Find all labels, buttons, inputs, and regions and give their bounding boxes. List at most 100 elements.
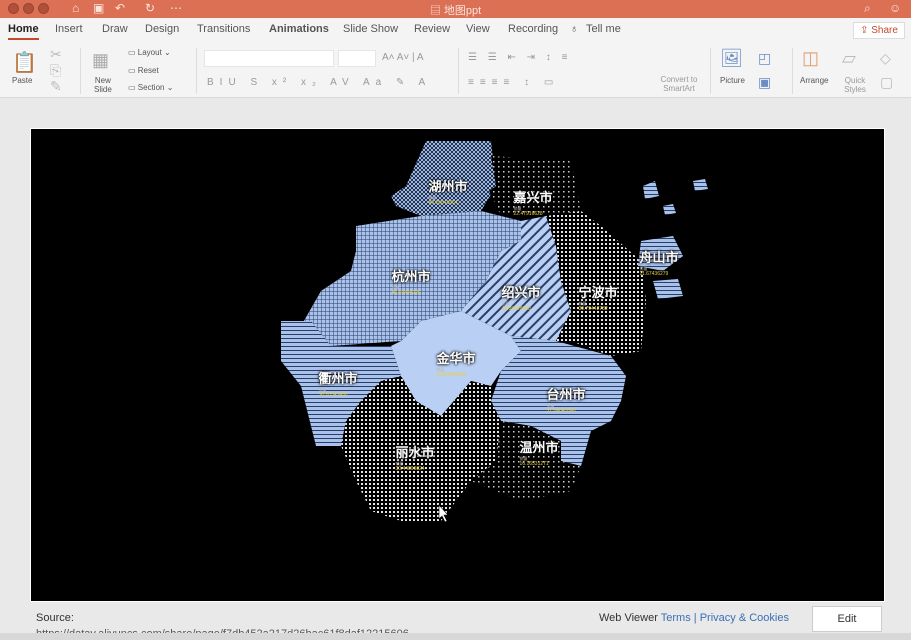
source-label: Source:	[36, 612, 74, 624]
tab-recording[interactable]: Recording	[508, 23, 558, 35]
share-button[interactable]: ⇪ Share	[853, 22, 905, 39]
quick-styles-icon[interactable]: ▱	[842, 48, 856, 69]
account-icon[interactable]: ☺	[889, 1, 901, 15]
convert-smartart-button[interactable]: Convert to SmartArt	[655, 75, 703, 93]
tab-animations[interactable]: Animations	[269, 23, 329, 35]
tab-design[interactable]: Design	[145, 23, 179, 35]
divider	[792, 48, 793, 94]
city-name: 嘉兴市	[513, 190, 553, 205]
city-name: 舟山市	[639, 250, 679, 265]
new-slide-icon[interactable]: ▦	[92, 50, 109, 71]
city-name: 衢州市	[318, 371, 358, 386]
city-value: 36.20545498	[318, 392, 348, 398]
tab-draw[interactable]: Draw	[102, 23, 128, 35]
city-label: 湖州市 销量 40.25841654	[428, 176, 467, 206]
reset-button[interactable]: ▭ Reset	[128, 66, 159, 75]
slide[interactable]: 湖州市 销量 40.25841654 嘉兴市 销量 22.47916628 杭州市 销量 46.…	[33, 131, 884, 601]
shapes-icon[interactable]: ◰	[758, 50, 771, 67]
section-button[interactable]: ▭ Section ⌄	[128, 83, 173, 92]
tab-view[interactable]: View	[466, 23, 490, 35]
city-label: 宁波市 销量 30.79442782	[578, 282, 617, 312]
city-label: 杭州市 销量 46.60494326	[391, 266, 430, 296]
share-icon: ⇪	[860, 25, 869, 36]
shape-fill-icon[interactable]: ◇	[880, 50, 891, 67]
grow-font-icon[interactable]: A˄ A˅ | A	[382, 52, 424, 63]
font-size-select[interactable]	[338, 50, 376, 67]
city-value: 22.47916628	[513, 211, 543, 217]
paste-icon[interactable]: 📋	[12, 50, 37, 75]
city-label: 金华市 销量 36.80509863	[436, 348, 475, 378]
font-name-select[interactable]	[204, 50, 334, 67]
city-label: 衢州市 销量 36.20545498	[318, 368, 357, 398]
terms-link[interactable]: Terms	[661, 612, 691, 624]
search-icon[interactable]: ⌕	[864, 1, 871, 16]
share-label: Share	[871, 25, 898, 36]
city-label: 嘉兴市 销量 22.47916628	[513, 187, 552, 217]
city-name: 金华市	[436, 351, 476, 366]
edit-button[interactable]: Edit	[812, 606, 882, 632]
picture-icon[interactable]: 🖼	[720, 48, 743, 69]
tab-review[interactable]: Review	[414, 23, 450, 35]
copy-icon[interactable]: ⎘	[50, 62, 61, 79]
tab-slide-show[interactable]: Slide Show	[343, 23, 398, 35]
city-name: 丽水市	[395, 445, 435, 460]
city-value: 40.25841654	[428, 200, 458, 206]
city-value: 30.44899824	[395, 466, 425, 472]
section-label: Section	[137, 83, 165, 92]
tab-transitions[interactable]: Transitions	[197, 23, 250, 35]
picture-button[interactable]: Picture	[720, 76, 745, 85]
city-value: 46.60494326	[391, 290, 421, 296]
region-zhoushan[interactable]	[638, 179, 708, 299]
cut-icon[interactable]: ✂	[50, 46, 62, 63]
text-box-icon[interactable]: ▣	[758, 74, 771, 91]
divider	[80, 48, 81, 94]
arrange-button[interactable]: Arrange	[800, 76, 828, 85]
paste-button[interactable]: Paste	[12, 76, 32, 85]
city-value: 36.80509863	[436, 372, 466, 378]
divider	[458, 48, 459, 94]
font-format-buttons[interactable]: BIU S x² x₂ AV Aa ✎ A	[207, 77, 431, 88]
ribbon: 📋 Paste ✂ ⎘ ✎ ▦ New Slide ▭ Layout ⌄ ▭ R…	[0, 42, 911, 98]
city-name: 宁波市	[578, 285, 618, 300]
tell-me-search[interactable]: Tell me	[586, 23, 621, 35]
lightbulb-icon: ♁	[570, 23, 579, 35]
reset-label: Reset	[137, 66, 159, 75]
city-value: 16.16531271	[519, 461, 549, 467]
city-label: 舟山市 销量 11.67436279	[639, 247, 678, 277]
quick-styles-button[interactable]: Quick Styles	[838, 76, 872, 94]
city-name: 温州市	[519, 440, 559, 455]
shape-outline-icon[interactable]: ▢	[880, 74, 893, 91]
layout-button[interactable]: ▭ Layout ⌄	[128, 48, 171, 57]
tab-home[interactable]: Home	[8, 23, 39, 40]
new-slide-button[interactable]: New Slide	[94, 76, 112, 94]
city-name: 绍兴市	[501, 285, 541, 300]
city-label: 丽水市 销量 30.44899824	[395, 442, 434, 472]
title-bar: ⌂ ▣ ↶ ↻ ⋯ ▤ 地图ppt ⌕ ☺	[0, 0, 911, 18]
list-buttons[interactable]: ☰ ☰ ⇤ ⇥ ↕ ≡	[468, 52, 571, 63]
align-buttons[interactable]: ≡≡≡≡ ↕ ▭	[468, 77, 559, 88]
city-value: 42.38558080	[501, 306, 531, 312]
divider	[196, 48, 197, 94]
city-name: 湖州市	[428, 179, 468, 194]
layout-label: Layout	[137, 48, 162, 57]
document-icon: ▤	[429, 5, 444, 17]
city-label: 温州市 销量 16.16531271	[519, 437, 558, 467]
city-label: 绍兴市 销量 42.38558080	[501, 282, 540, 312]
arrange-icon[interactable]: ◫	[802, 48, 819, 69]
tab-insert[interactable]: Insert	[55, 23, 83, 35]
bottom-bar	[0, 633, 911, 640]
privacy-link[interactable]: Privacy & Cookies	[700, 612, 789, 624]
link-separator: |	[693, 612, 697, 624]
slide-frame: 湖州市 销量 40.25841654 嘉兴市 销量 22.47916628 杭州市 销量 46.…	[30, 128, 885, 602]
footer-links: Web Viewer Terms | Privacy & Cookies	[599, 612, 789, 624]
ribbon-tabs: Home Insert Draw Design Transitions Anim…	[0, 18, 911, 42]
city-name: 台州市	[546, 387, 586, 402]
window-title: ▤ 地图ppt	[0, 2, 911, 18]
city-label: 台州市 销量 31.04040846	[546, 384, 585, 414]
city-value: 31.04040846	[546, 408, 576, 414]
format-painter-icon[interactable]: ✎	[50, 78, 62, 95]
city-value: 11.67436279	[639, 271, 669, 277]
city-name: 杭州市	[391, 269, 431, 284]
city-value: 30.79442782	[578, 306, 608, 312]
divider	[710, 48, 711, 94]
